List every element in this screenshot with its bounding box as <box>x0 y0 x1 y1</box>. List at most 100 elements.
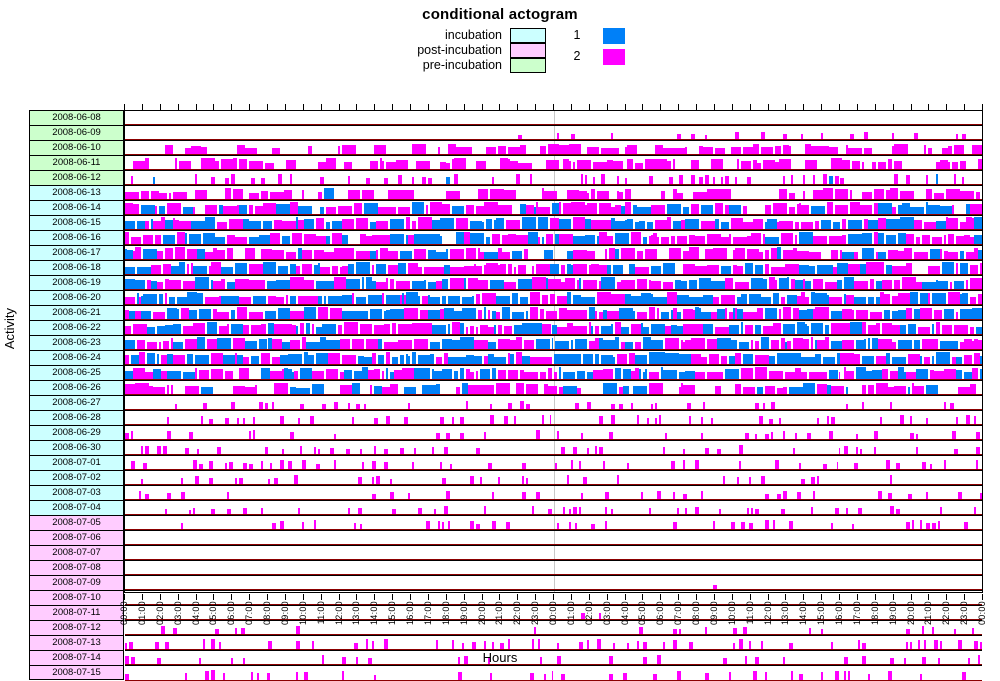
activity-bar <box>396 160 408 169</box>
activity-bar <box>515 337 522 349</box>
activity-bar <box>332 266 339 274</box>
activity-bar <box>583 354 594 364</box>
activity-bar <box>238 159 247 169</box>
activity-bar <box>734 248 745 259</box>
activity-bar <box>615 233 630 244</box>
legend-swatch <box>510 28 546 43</box>
bottom-axis-ticks <box>124 594 983 600</box>
activity-bar <box>768 371 783 379</box>
activity-bar <box>898 340 913 349</box>
activity-bar <box>569 522 572 529</box>
activity-bar <box>808 372 817 379</box>
activity-bar <box>376 250 379 259</box>
activity-bar <box>467 385 480 394</box>
activity-bar <box>878 162 887 169</box>
activity-bar <box>820 220 831 229</box>
activity-bar <box>220 267 233 274</box>
axis-tick <box>410 104 411 110</box>
activity-bar <box>706 234 721 244</box>
activity-bar <box>665 433 668 439</box>
activity-bar <box>439 462 442 469</box>
activity-bar <box>511 293 518 304</box>
axis-tick <box>785 104 787 110</box>
activity-bar <box>850 202 861 214</box>
activity-bar <box>417 296 420 304</box>
activity-bar <box>296 326 299 334</box>
activity-bar <box>190 221 205 229</box>
activity-bar <box>194 277 209 289</box>
activity-bar <box>475 161 486 169</box>
activity-bar <box>862 356 875 364</box>
activity-bar <box>856 367 867 379</box>
activity-bar <box>475 448 480 454</box>
activity-bar <box>344 370 353 379</box>
activity-bar <box>730 340 737 349</box>
activity-bar <box>318 192 323 199</box>
activity-bar <box>900 325 907 334</box>
row-baseline <box>125 139 982 140</box>
activity-bar <box>443 447 448 454</box>
activity-bar <box>258 221 261 229</box>
activity-bar <box>800 134 803 139</box>
activity-bar <box>581 493 584 499</box>
activity-bar <box>342 295 353 304</box>
activity-bar <box>802 175 805 184</box>
activity-bar <box>326 222 331 229</box>
activity-bar <box>934 371 945 379</box>
activity-bar <box>635 163 644 169</box>
activity-bar <box>188 310 197 319</box>
activity-bar <box>728 234 731 244</box>
activity-bar <box>398 324 412 334</box>
activity-bar <box>318 307 329 319</box>
activity-bar <box>346 449 351 454</box>
activity-bar <box>557 327 568 334</box>
activity-bar <box>270 233 281 244</box>
activity-bar <box>878 203 893 214</box>
activity-bar <box>822 188 833 199</box>
activity-bar <box>920 308 933 319</box>
activity-bar <box>906 308 913 319</box>
date-label: 2008-07-04 <box>29 500 124 515</box>
activity-bar <box>673 221 682 229</box>
activity-bar <box>330 448 335 454</box>
activity-bar <box>188 432 193 439</box>
activity-bar <box>396 281 410 289</box>
activity-bar <box>501 252 510 259</box>
activity-bar <box>944 293 947 304</box>
row-baseline <box>125 469 982 470</box>
activity-bar <box>370 385 373 394</box>
activity-bar <box>473 356 482 364</box>
activity-bar <box>601 326 612 334</box>
activity-bar <box>388 190 403 199</box>
activity-bar <box>768 356 775 364</box>
activity-bar <box>142 463 147 469</box>
row-baseline <box>125 319 982 320</box>
activity-bar <box>892 325 901 334</box>
activity-bar <box>842 219 847 229</box>
activity-bar <box>308 355 315 364</box>
x-tick-label: 00:00 <box>977 601 987 626</box>
activity-bar <box>794 280 803 289</box>
date-label: 2008-07-01 <box>29 455 124 470</box>
activity-bar <box>772 203 787 214</box>
activity-bar <box>659 415 662 424</box>
activity-bar <box>352 293 355 304</box>
activity-bar <box>408 493 410 499</box>
x-tick-label: 22:00 <box>512 601 523 626</box>
activity-bar <box>635 355 648 364</box>
activity-bar <box>304 219 315 229</box>
axis-tick <box>874 104 876 110</box>
axis-tick <box>946 594 948 600</box>
row-baseline <box>125 259 982 260</box>
activity-bar <box>890 506 895 514</box>
activity-bar <box>579 461 582 469</box>
activity-bar <box>918 327 931 334</box>
axis-tick <box>427 594 429 600</box>
activity-bar <box>894 386 907 394</box>
activity-bar <box>816 372 827 379</box>
activity-bar <box>204 297 219 304</box>
activity-bar <box>750 508 753 514</box>
activity-bar <box>445 433 450 439</box>
activity-bar <box>250 325 261 334</box>
activity-bar <box>742 312 757 319</box>
